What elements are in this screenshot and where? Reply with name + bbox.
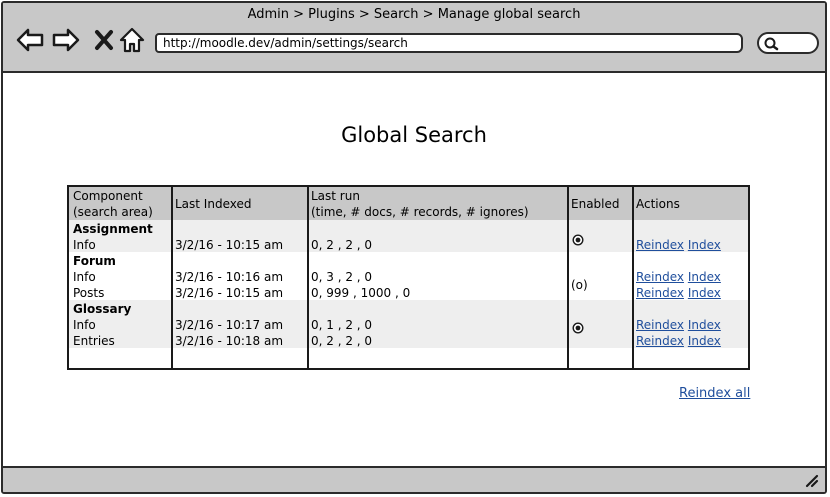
reindex-link[interactable]: Reindex xyxy=(636,318,684,332)
last-indexed-value: 3/2/16 - 10:18 am xyxy=(175,334,284,348)
column-divider xyxy=(171,187,173,368)
browser-window: Admin > Plugins > Search > Manage global… xyxy=(1,1,827,494)
index-link[interactable]: Index xyxy=(688,238,721,252)
index-link[interactable]: Index xyxy=(688,334,721,348)
url-input[interactable]: http://moodle.dev/admin/settings/search xyxy=(155,33,743,53)
last-indexed-value: 3/2/16 - 10:16 am xyxy=(175,270,284,284)
reindex-link[interactable]: Reindex xyxy=(636,286,684,300)
enabled-radio-forum[interactable]: (o) xyxy=(571,277,588,293)
group-name-assignment: Assignment xyxy=(73,222,153,236)
status-bar xyxy=(3,466,825,492)
group-name-forum: Forum xyxy=(73,254,116,268)
browser-toolbar: Admin > Plugins > Search > Manage global… xyxy=(3,3,825,73)
area-name: Entries xyxy=(73,334,115,348)
column-divider xyxy=(567,187,569,368)
forward-arrow-icon[interactable] xyxy=(51,25,81,55)
header-enabled: Enabled xyxy=(571,197,620,211)
group-name-glossary: Glossary xyxy=(73,302,132,316)
enabled-radio-glossary[interactable] xyxy=(572,319,584,334)
page-title: Global Search xyxy=(341,123,487,147)
search-areas-table: Component (search area) Last Indexed Las… xyxy=(67,185,750,370)
header-component: Component xyxy=(73,189,143,203)
reindex-link[interactable]: Reindex xyxy=(636,270,684,284)
header-last-run-sub: (time, # docs, # records, # ignores) xyxy=(311,205,529,219)
index-link[interactable]: Index xyxy=(688,318,721,332)
reindex-link[interactable]: Reindex xyxy=(636,238,684,252)
last-run-value: 0, 2 , 2 , 0 xyxy=(311,238,373,252)
area-name: Info xyxy=(73,318,96,332)
last-run-value: 0, 999 , 1000 , 0 xyxy=(311,286,411,300)
home-icon[interactable] xyxy=(117,25,147,55)
last-run-value: 0, 2 , 2 , 0 xyxy=(311,334,373,348)
last-indexed-value: 3/2/16 - 10:15 am xyxy=(175,286,284,300)
window-title: Admin > Plugins > Search > Manage global… xyxy=(247,7,581,22)
index-link[interactable]: Index xyxy=(688,270,721,284)
reindex-all-link[interactable]: Reindex all xyxy=(679,386,750,401)
resize-grip-icon[interactable] xyxy=(803,472,819,488)
column-divider xyxy=(632,187,634,368)
header-last-run: Last run xyxy=(311,189,360,203)
enabled-radio-assignment[interactable] xyxy=(572,231,584,246)
browser-search-input[interactable] xyxy=(757,32,819,54)
back-arrow-icon[interactable] xyxy=(15,25,45,55)
area-name: Info xyxy=(73,238,96,252)
header-last-indexed: Last Indexed xyxy=(175,197,252,211)
index-link[interactable]: Index xyxy=(688,286,721,300)
area-name: Info xyxy=(73,270,96,284)
header-actions: Actions xyxy=(636,197,680,211)
last-run-value: 0, 3 , 2 , 0 xyxy=(311,270,373,284)
last-indexed-value: 3/2/16 - 10:17 am xyxy=(175,318,284,332)
header-component-sub: (search area) xyxy=(73,205,153,219)
area-name: Posts xyxy=(73,286,105,300)
search-icon xyxy=(763,36,779,52)
close-x-icon[interactable] xyxy=(89,25,119,55)
column-divider xyxy=(307,187,309,368)
reindex-link[interactable]: Reindex xyxy=(636,334,684,348)
last-run-value: 0, 1 , 2 , 0 xyxy=(311,318,373,332)
last-indexed-value: 3/2/16 - 10:15 am xyxy=(175,238,284,252)
